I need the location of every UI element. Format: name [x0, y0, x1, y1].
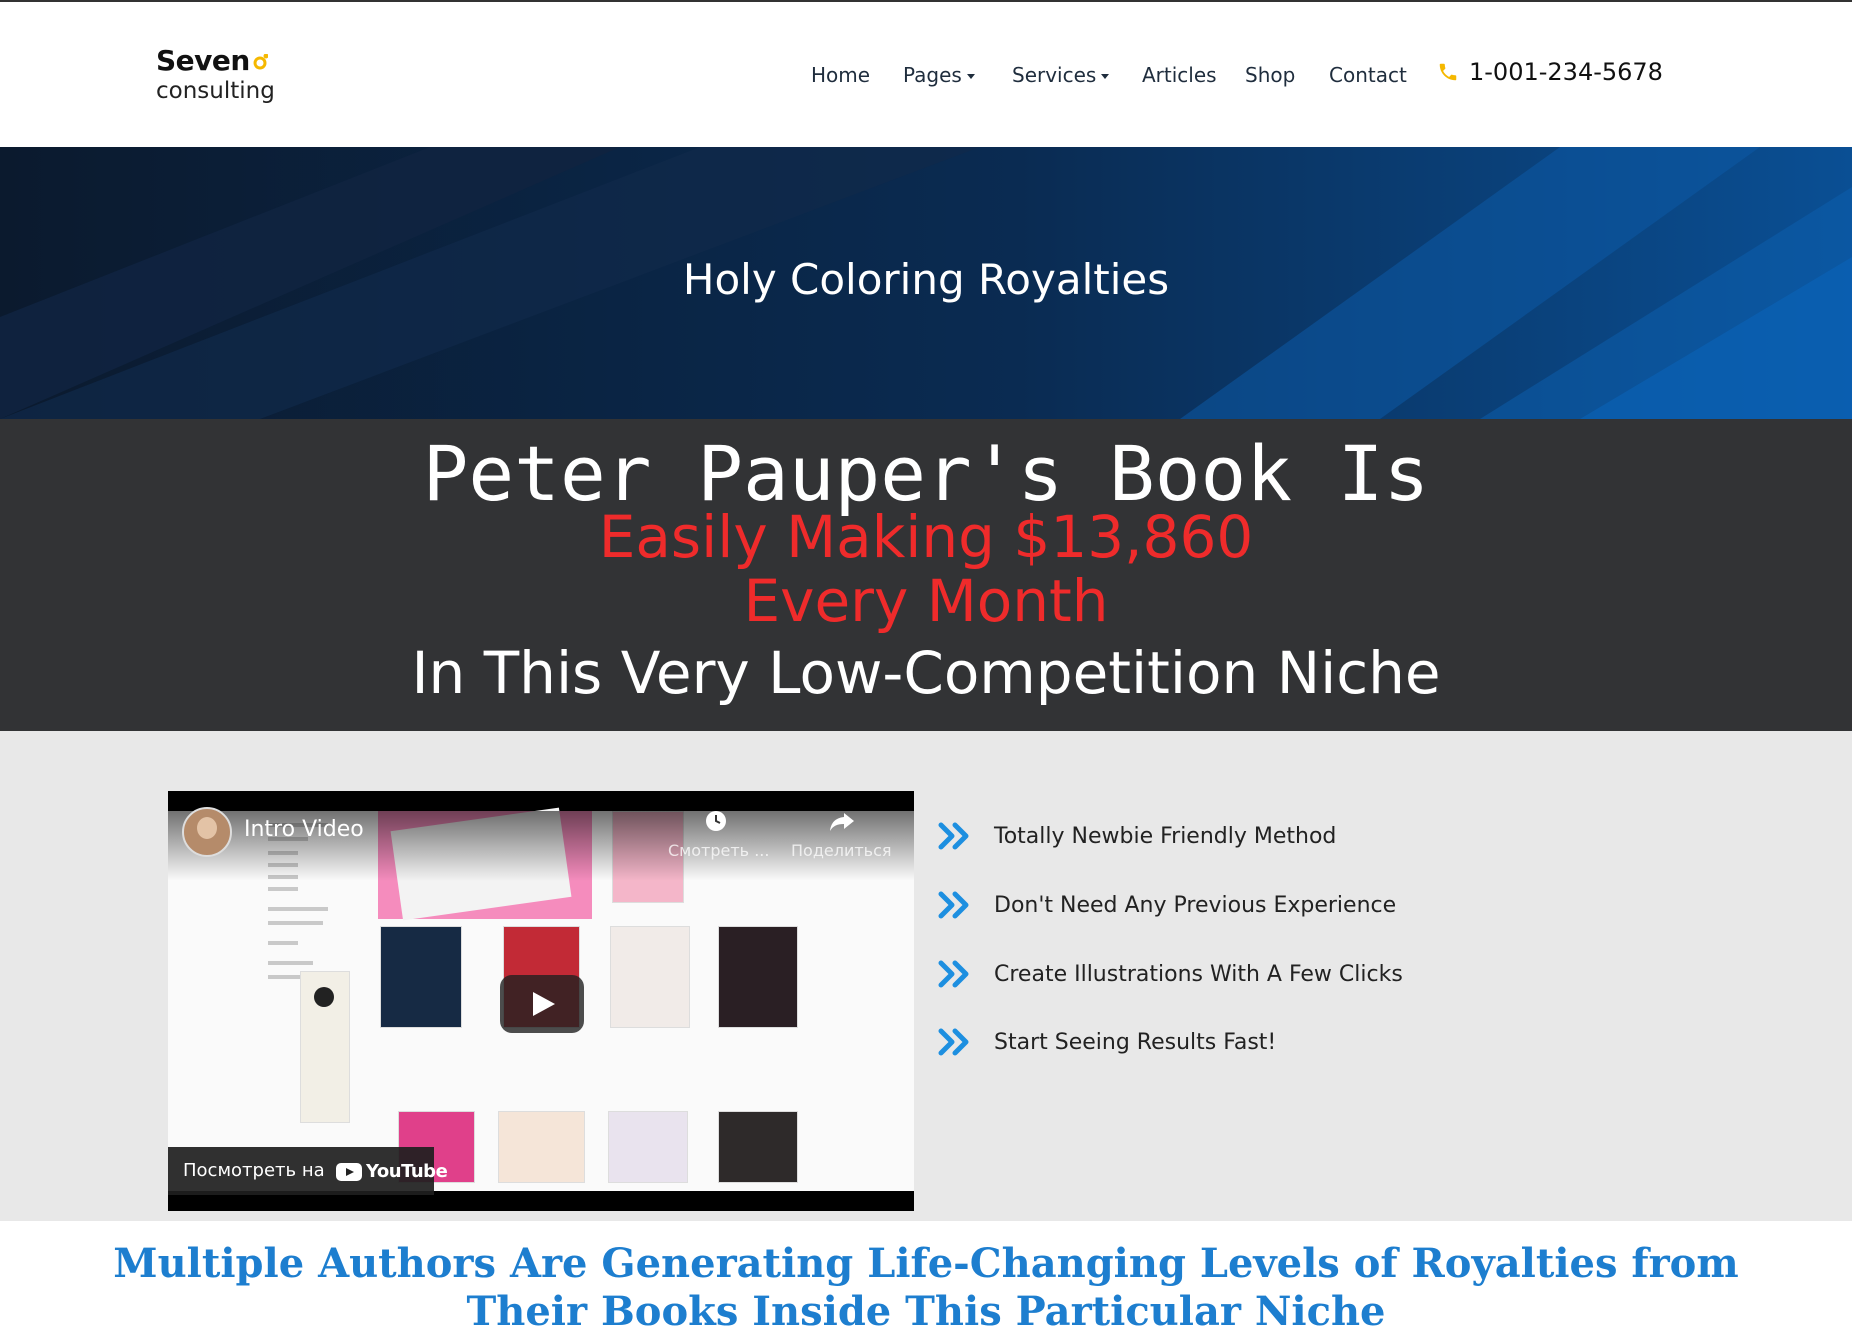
watch-on-label: Посмотреть на — [183, 1160, 325, 1181]
headline-line-4: In This Very Low-Competition Niche — [411, 639, 1441, 707]
logo[interactable]: Seven consulting — [156, 44, 296, 104]
chevron-down-icon — [1101, 74, 1110, 79]
double-chevron-right-icon — [938, 1028, 969, 1056]
double-chevron-right-icon — [938, 891, 969, 919]
nav-pages-label: Pages — [903, 63, 962, 87]
youtube-icon — [336, 1162, 362, 1181]
share-label[interactable]: Поделиться — [791, 841, 892, 860]
watch-later-label[interactable]: Смотреть ... — [668, 841, 769, 860]
double-chevron-right-icon — [938, 960, 969, 988]
nav-services-label: Services — [1012, 63, 1097, 87]
share-icon[interactable] — [828, 809, 856, 833]
headline-line-2: Easily Making $13,860 — [598, 503, 1254, 571]
double-chevron-right-icon — [938, 822, 969, 850]
feature-label: Create Illustrations With A Few Clicks — [994, 961, 1403, 987]
youtube-wordmark: YouTube — [366, 1161, 448, 1182]
section-heading: Multiple Authors Are Generating Life-Cha… — [113, 1240, 1739, 1335]
feature-item: Create Illustrations With A Few Clicks — [938, 959, 1403, 989]
feature-label: Start Seeing Results Fast! — [994, 1029, 1277, 1055]
logo-dot-icon — [253, 54, 268, 70]
site-header: Seven consulting Home Pages Services Art… — [0, 2, 1852, 147]
logo-name-bottom: consulting — [156, 78, 275, 104]
feature-item: Start Seeing Results Fast! — [938, 1027, 1276, 1057]
headline-line-3: Every Month — [743, 567, 1109, 635]
channel-avatar[interactable] — [182, 807, 232, 857]
page-title: Holy Coloring Royalties — [682, 255, 1170, 304]
nav-contact[interactable]: Contact — [1329, 60, 1407, 90]
watch-later-icon[interactable] — [704, 809, 728, 833]
youtube-logo: YouTube — [336, 1161, 448, 1182]
logo-name-top: Seven — [156, 44, 250, 77]
feature-item: Totally Newbie Friendly Method — [938, 821, 1336, 851]
feature-item: Don't Need Any Previous Experience — [938, 890, 1396, 920]
phone-link[interactable]: 1-001-234-5678 — [1437, 58, 1663, 86]
feature-label: Totally Newbie Friendly Method — [994, 823, 1337, 849]
watch-on-youtube-button[interactable]: Посмотреть на YouTube — [168, 1147, 448, 1195]
hero-banner: Holy Coloring Royalties — [0, 147, 1852, 419]
chevron-down-icon — [966, 74, 975, 79]
video-section: Intro Video Смотреть ... Поделиться Посм… — [0, 731, 1852, 1221]
nav-shop[interactable]: Shop — [1245, 60, 1295, 90]
nav-pages[interactable]: Pages — [903, 60, 975, 90]
phone-number: 1-001-234-5678 — [1469, 58, 1663, 86]
nav-home[interactable]: Home — [811, 60, 870, 90]
video-title[interactable]: Intro Video — [244, 817, 364, 842]
play-button[interactable] — [500, 975, 584, 1033]
phone-icon — [1439, 63, 1457, 81]
nav-articles[interactable]: Articles — [1142, 60, 1217, 90]
nav-services[interactable]: Services — [1012, 60, 1110, 90]
headline-band: Peter Pauper's Book Is Easily Making $13… — [0, 419, 1852, 731]
video-player[interactable]: Intro Video Смотреть ... Поделиться Посм… — [168, 791, 914, 1211]
feature-label: Don't Need Any Previous Experience — [994, 892, 1397, 918]
